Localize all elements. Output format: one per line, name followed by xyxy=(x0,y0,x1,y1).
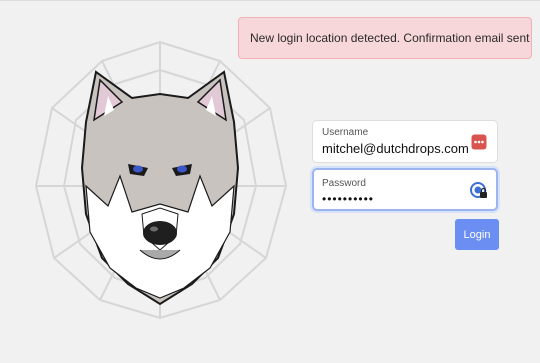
password-input[interactable]: •••••••••• xyxy=(322,192,374,206)
password-label: Password xyxy=(322,178,366,189)
username-input[interactable]: mitchel@dutchdrops.com xyxy=(322,141,469,156)
password-field[interactable]: Password •••••••••• xyxy=(312,168,498,211)
password-manager-icon[interactable] xyxy=(471,134,487,150)
username-label: Username xyxy=(322,127,369,138)
username-field[interactable]: Username mitchel@dutchdrops.com xyxy=(312,120,498,163)
login-button[interactable]: Login xyxy=(455,219,499,250)
password-autofill-icon[interactable] xyxy=(470,182,488,200)
window-top-edge xyxy=(0,0,540,1)
wolf-logo xyxy=(34,40,288,320)
